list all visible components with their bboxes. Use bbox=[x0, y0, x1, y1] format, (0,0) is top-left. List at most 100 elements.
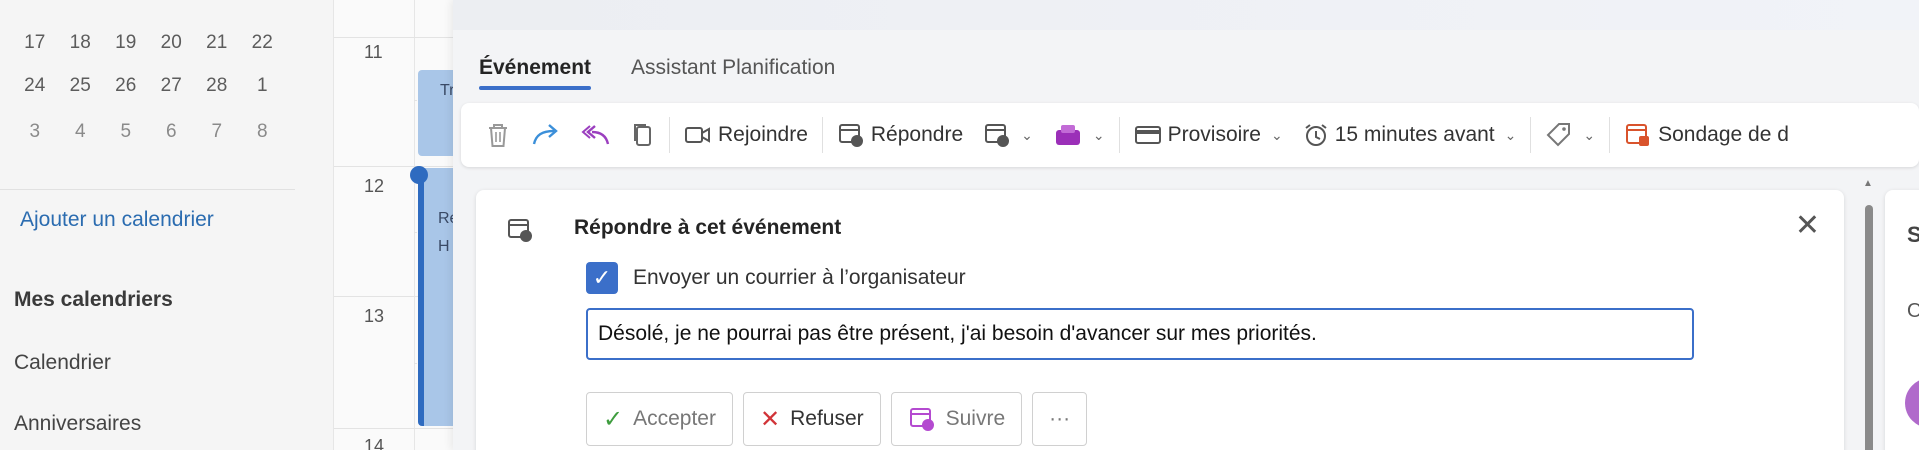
response-message-input[interactable] bbox=[586, 308, 1694, 360]
calendar-status-icon bbox=[985, 124, 1010, 147]
copy-icon bbox=[634, 124, 651, 146]
trash-icon bbox=[489, 124, 507, 147]
show-as-dropdown[interactable]: Provisoire ⌄ bbox=[1124, 123, 1293, 147]
toolbar-separator bbox=[669, 117, 670, 153]
current-time-indicator bbox=[410, 166, 428, 184]
send-email-checkbox[interactable]: ✓ bbox=[586, 262, 618, 294]
categorize-app-dropdown[interactable]: ⌄ bbox=[1043, 122, 1115, 148]
follow-label: Suivre bbox=[945, 407, 1006, 430]
hour-label: 12 bbox=[364, 176, 385, 196]
mini-calendar-day[interactable]: 22 bbox=[240, 28, 286, 58]
calendar-item[interactable]: Calendrier bbox=[14, 351, 111, 375]
respond-label: Répondre bbox=[870, 123, 964, 146]
delete-button[interactable] bbox=[475, 121, 521, 149]
mini-calendar-day[interactable]: 7 bbox=[194, 117, 240, 147]
calendar-reply-icon bbox=[838, 124, 863, 147]
hour-gridline bbox=[334, 166, 454, 167]
status-bar-icon bbox=[1134, 126, 1161, 144]
scheduling-poll-button[interactable]: Sondage de d bbox=[1614, 121, 1799, 149]
sidebar-divider bbox=[0, 189, 295, 190]
purple-app-icon bbox=[1055, 125, 1080, 145]
poll-calendar-icon bbox=[1626, 124, 1650, 146]
more-options-button[interactable]: ··· bbox=[1032, 392, 1088, 446]
close-icon[interactable]: ✕ bbox=[1795, 208, 1820, 243]
categorize-dropdown[interactable]: ⌄ bbox=[1535, 121, 1605, 149]
forward-button[interactable] bbox=[521, 122, 571, 148]
reminder-label: 15 minutes avant bbox=[1334, 123, 1495, 146]
chevron-down-icon: ⌄ bbox=[1092, 126, 1105, 143]
mini-calendar-row: 24 25 26 27 28 1 bbox=[12, 71, 285, 101]
mini-calendar-row: 3 4 5 6 7 8 bbox=[12, 117, 285, 147]
mini-calendar-day[interactable]: 1 bbox=[240, 71, 286, 101]
chevron-down-icon: ⌄ bbox=[1504, 126, 1517, 143]
mini-calendar-day[interactable]: 20 bbox=[149, 28, 195, 58]
send-email-label[interactable]: Envoyer un courrier à l’organisateur bbox=[633, 266, 966, 290]
mini-calendar-day[interactable]: 6 bbox=[149, 117, 195, 147]
event-toolbar: Rejoindre Répondre ⌄ ⌄ Provisoire ⌄ 15 m… bbox=[461, 103, 1919, 167]
mini-calendar-day[interactable]: 25 bbox=[58, 71, 104, 101]
join-button[interactable]: Rejoindre bbox=[674, 123, 818, 147]
copy-button[interactable] bbox=[621, 121, 665, 149]
respond-button[interactable]: Répondre bbox=[827, 121, 973, 149]
mini-calendar-day[interactable]: 8 bbox=[240, 117, 286, 147]
scrollbar-thumb[interactable] bbox=[1865, 205, 1873, 450]
event-tabs: Événement Assistant Planification bbox=[479, 56, 835, 90]
toolbar-separator bbox=[1118, 117, 1120, 153]
chevron-down-icon: ⌄ bbox=[1021, 126, 1033, 143]
follow-button[interactable]: Suivre bbox=[890, 392, 1023, 446]
toolbar-separator bbox=[1530, 117, 1532, 153]
left-sidebar: 17 18 19 20 21 22 24 25 26 27 28 1 3 4 5… bbox=[0, 0, 333, 450]
reply-all-icon bbox=[581, 125, 610, 145]
video-camera-icon bbox=[685, 127, 710, 143]
side-card-heading: S bbox=[1907, 222, 1919, 247]
outlook-window: 17 18 19 20 21 22 24 25 26 27 28 1 3 4 5… bbox=[0, 0, 1919, 450]
mini-calendar-day[interactable]: 3 bbox=[12, 117, 58, 147]
calendar-reply-icon bbox=[508, 219, 532, 242]
decline-button[interactable]: ✕ Refuser bbox=[742, 392, 881, 446]
x-icon: ✕ bbox=[759, 405, 781, 433]
accept-label: Accepter bbox=[633, 407, 716, 430]
reply-all-button[interactable] bbox=[571, 122, 621, 148]
calendar-follow-icon bbox=[909, 408, 934, 431]
mini-calendar-row: 17 18 19 20 21 22 bbox=[12, 28, 285, 58]
panel-header-strip bbox=[453, 0, 1919, 30]
toolbar-separator bbox=[821, 117, 823, 153]
mini-calendar-day[interactable]: 4 bbox=[58, 117, 104, 147]
scroll-up-arrow-icon[interactable]: ▲ bbox=[1863, 178, 1873, 189]
mini-calendar-day[interactable]: 24 bbox=[12, 71, 58, 101]
hour-label: 13 bbox=[364, 306, 385, 326]
forward-arrow-icon bbox=[532, 124, 558, 145]
reminder-dropdown[interactable]: 15 minutes avant ⌄ bbox=[1293, 122, 1527, 148]
hour-gridline bbox=[334, 37, 454, 38]
tab-scheduling-assistant[interactable]: Assistant Planification bbox=[631, 56, 835, 90]
side-card-text: O bbox=[1907, 300, 1919, 322]
ellipsis-icon: ··· bbox=[1049, 407, 1071, 430]
mini-calendar-day[interactable]: 21 bbox=[194, 28, 240, 58]
tab-event[interactable]: Événement bbox=[479, 56, 592, 90]
event-panel: Événement Assistant Planification Rejoin… bbox=[453, 0, 1919, 450]
add-calendar-link[interactable]: Ajouter un calendrier bbox=[20, 208, 214, 232]
my-calendars-heading[interactable]: Mes calendriers bbox=[14, 288, 173, 312]
mini-calendar-day[interactable]: 28 bbox=[194, 71, 240, 101]
hour-label: 14 bbox=[364, 436, 385, 450]
join-label: Rejoindre bbox=[718, 123, 808, 146]
mini-calendar-day[interactable]: 5 bbox=[103, 117, 149, 147]
tag-icon bbox=[1546, 123, 1571, 147]
scheduling-poll-label: Sondage de d bbox=[1658, 123, 1789, 146]
hour-gridline bbox=[334, 428, 454, 429]
chevron-down-icon: ⌄ bbox=[1583, 126, 1596, 143]
mini-calendar-day[interactable]: 19 bbox=[103, 28, 149, 58]
checkmark-icon: ✓ bbox=[603, 405, 624, 433]
response-buttons: ✓ Accepter ✕ Refuser Suivre ··· bbox=[586, 392, 1088, 446]
chevron-down-icon: ⌄ bbox=[1270, 126, 1283, 143]
calendar-item[interactable]: Anniversaires bbox=[14, 412, 141, 436]
alarm-clock-icon bbox=[1305, 124, 1327, 146]
mini-calendar-day[interactable]: 18 bbox=[58, 28, 104, 58]
mini-calendar-day[interactable]: 17 bbox=[12, 28, 58, 58]
calendar-options-dropdown[interactable]: ⌄ bbox=[973, 121, 1043, 149]
mini-calendar-day[interactable]: 27 bbox=[149, 71, 195, 101]
decline-label: Refuser bbox=[790, 407, 864, 430]
accept-button[interactable]: ✓ Accepter bbox=[586, 392, 733, 446]
show-as-label: Provisoire bbox=[1167, 123, 1261, 146]
mini-calendar-day[interactable]: 26 bbox=[103, 71, 149, 101]
